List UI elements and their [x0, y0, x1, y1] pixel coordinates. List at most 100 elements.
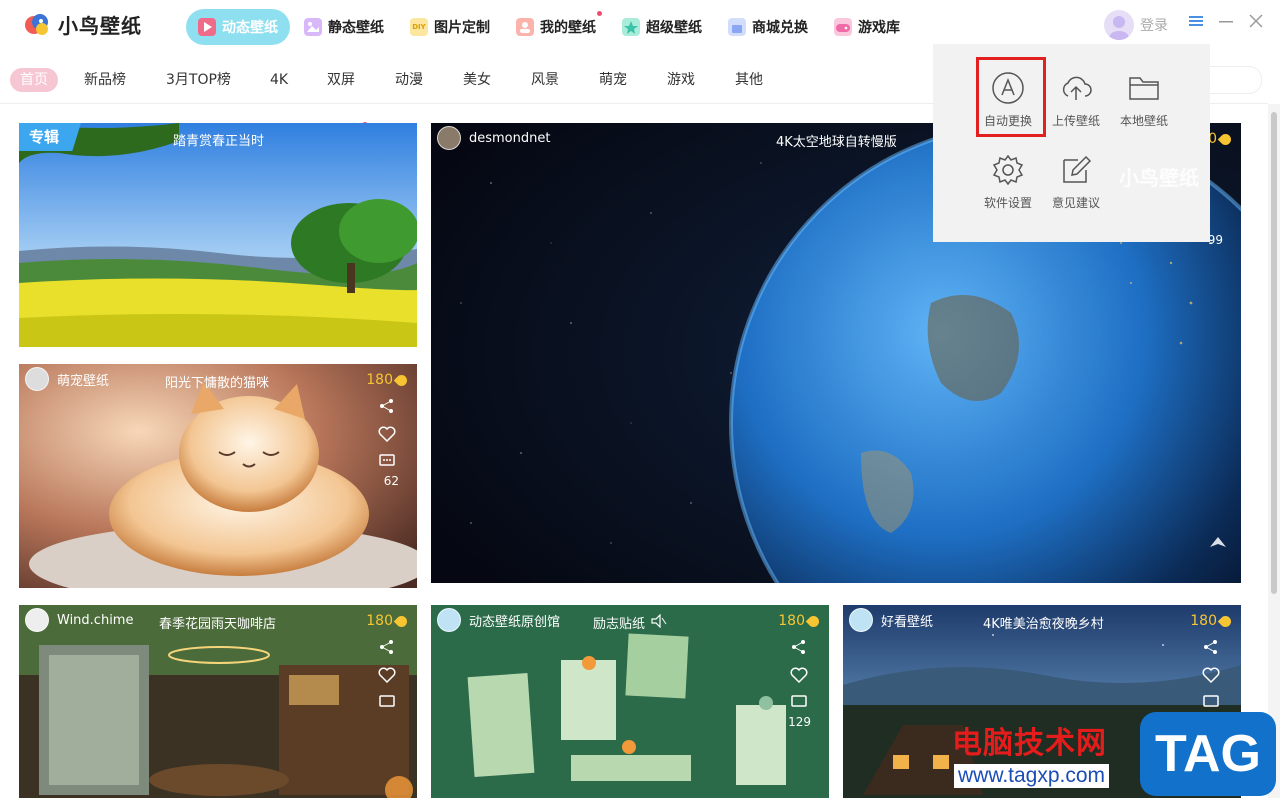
category-4k[interactable]: 4K: [270, 68, 288, 92]
bird-watermark-icon: [1207, 533, 1229, 559]
image-icon: [304, 18, 322, 36]
nav-label: 我的壁纸: [540, 20, 596, 36]
price: 180: [1190, 613, 1217, 629]
cloud-upload-icon: [1062, 76, 1092, 100]
card-title: 4K太空地球自转慢版: [776, 135, 897, 150]
nav-mall-exchange[interactable]: 商城兑换: [716, 9, 820, 45]
watermark-url: www.tagxp.com: [954, 764, 1110, 788]
nav-label: 静态壁纸: [328, 20, 384, 36]
login-area[interactable]: 登录: [1104, 10, 1168, 40]
author-avatar: [849, 608, 873, 632]
category-home[interactable]: 首页: [10, 68, 58, 92]
star-icon: [622, 18, 640, 36]
nav-label: 图片定制: [434, 20, 490, 36]
card-title: 春季花园雨天咖啡店: [159, 617, 277, 632]
card-title: 励志贴纸: [593, 617, 646, 632]
comment-count: 99: [1207, 233, 1223, 247]
nav-dynamic-wallpaper[interactable]: 动态壁纸: [186, 9, 290, 45]
comment-icon[interactable]: [377, 695, 397, 713]
author-avatar: [437, 126, 461, 150]
wallpaper-card-notes[interactable]: 动态壁纸原创馆 励志贴纸 180 129: [431, 605, 829, 798]
login-link[interactable]: 登录: [1140, 15, 1168, 35]
category-dual-screen[interactable]: 双屏: [327, 68, 355, 92]
menu-icon[interactable]: [1188, 13, 1204, 34]
share-icon[interactable]: [1201, 639, 1221, 659]
menu-item-local[interactable]: 本地壁纸: [1112, 70, 1176, 129]
wallpaper-card-spring[interactable]: 专辑 踏青赏春正当时: [19, 123, 417, 347]
author-name: Wind.chime: [57, 612, 134, 628]
category-games[interactable]: 游戏: [667, 68, 695, 92]
comment-count: 129: [788, 715, 811, 729]
menu-item-label: 软件设置: [983, 196, 1032, 210]
menu-item-label: 上传壁纸: [1051, 114, 1100, 128]
gamepad-icon: [834, 18, 852, 36]
comment-icon[interactable]: [1201, 695, 1221, 713]
price: 180: [778, 613, 805, 629]
main-nav: 动态壁纸 静态壁纸 DIY 图片定制 我的壁纸 超级壁纸 商城兑换 游戏库: [186, 8, 914, 46]
user-icon: [516, 18, 534, 36]
category-pets[interactable]: 萌宠: [599, 68, 627, 92]
diy-icon: DIY: [410, 18, 428, 36]
speaker-muted-icon[interactable]: [651, 613, 667, 632]
minimize-icon[interactable]: [1218, 13, 1234, 34]
heart-icon[interactable]: [789, 667, 809, 687]
app-logo[interactable]: 小鸟壁纸: [24, 10, 142, 39]
card-title: 踏青赏春正当时: [173, 134, 265, 149]
settings-dropdown: 小鸟壁纸 自动更换 上传壁纸 本地壁纸 软件设置 意见建议: [933, 44, 1210, 242]
category-beauty[interactable]: 美女: [463, 68, 491, 92]
author-avatar: [437, 608, 461, 632]
category-new[interactable]: 新品榜: [84, 68, 126, 92]
nav-label: 超级壁纸: [646, 20, 702, 36]
notification-dot: [597, 11, 602, 16]
nav-static-wallpaper[interactable]: 静态壁纸: [292, 9, 396, 45]
avatar: [1104, 10, 1134, 40]
share-icon[interactable]: [377, 639, 397, 659]
nav-super-wallpaper[interactable]: 超级壁纸: [610, 9, 714, 45]
price: 180: [366, 372, 393, 388]
category-top[interactable]: 3月TOP榜: [166, 68, 231, 92]
heart-icon[interactable]: [1201, 667, 1221, 687]
category-other[interactable]: 其他: [735, 68, 763, 92]
nav-my-wallpaper[interactable]: 我的壁纸: [504, 9, 608, 45]
card-title: 4K唯美治愈夜晚乡村: [983, 617, 1104, 632]
watermark-text: 电脑技术网: [952, 727, 1107, 760]
comment-icon[interactable]: [377, 454, 397, 472]
nav-custom-image[interactable]: DIY 图片定制: [398, 9, 502, 45]
nav-label: 动态壁纸: [222, 20, 278, 36]
wallpaper-card-cafe[interactable]: Wind.chime 春季花园雨天咖啡店 180: [19, 605, 417, 798]
menu-item-upload[interactable]: 上传壁纸: [1044, 70, 1108, 129]
folder-icon: [1129, 77, 1159, 100]
price: 180: [366, 613, 393, 629]
nav-game-library[interactable]: 游戏库: [822, 9, 912, 45]
card-title: 阳光下慵散的猫咪: [165, 376, 270, 391]
app-name: 小鸟壁纸: [58, 14, 142, 38]
menu-item-settings[interactable]: 软件设置: [976, 152, 1040, 211]
share-icon[interactable]: [377, 398, 397, 418]
author-name: 好看壁纸: [881, 614, 934, 630]
nav-label: 游戏库: [858, 20, 900, 36]
comment-count: 62: [383, 474, 399, 488]
menu-item-feedback[interactable]: 意见建议: [1044, 152, 1108, 211]
scrollbar-thumb[interactable]: [1271, 112, 1277, 594]
author-avatar: [25, 608, 49, 632]
bird-logo-icon: [24, 11, 52, 39]
wallpaper-card-cat[interactable]: 萌宠壁纸 阳光下慵散的猫咪 180 62: [19, 364, 417, 588]
bag-icon: [728, 18, 746, 36]
watermark-tag-logo: TAG: [1140, 712, 1276, 796]
site-watermark: 电脑技术网 www.tagxp.com TAG: [946, 712, 1280, 798]
heart-icon[interactable]: [377, 426, 397, 446]
category-scenery[interactable]: 风景: [531, 68, 559, 92]
heart-icon[interactable]: [377, 667, 397, 687]
brand-overlay-text: 小鸟壁纸: [1119, 166, 1199, 190]
play-icon: [198, 18, 216, 36]
share-icon[interactable]: [789, 639, 809, 659]
spring-thumbnail: [19, 123, 417, 347]
close-icon[interactable]: [1248, 13, 1264, 34]
highlight-box: [976, 57, 1046, 137]
author-name: 动态壁纸原创馆: [469, 614, 561, 630]
comment-icon[interactable]: [789, 695, 809, 713]
nav-label: 商城兑换: [752, 20, 808, 36]
category-anime[interactable]: 动漫: [395, 68, 423, 92]
menu-item-label: 本地壁纸: [1119, 114, 1168, 128]
author-avatar: [25, 367, 49, 391]
